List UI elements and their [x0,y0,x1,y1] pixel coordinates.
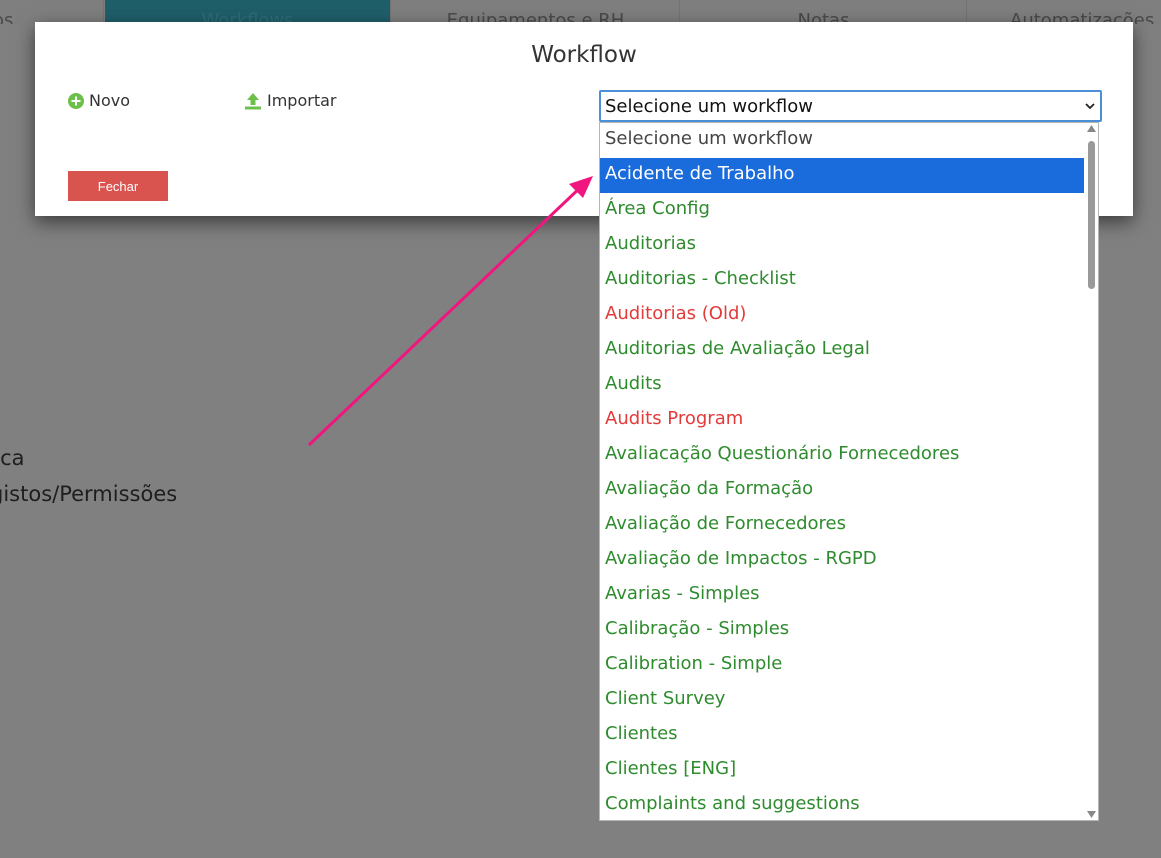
tab-automatizacoes[interactable]: Automatizações e [968,0,1161,24]
tab-label: os [0,10,14,24]
dropdown-option[interactable]: Avaliação de Fornecedores [600,508,1085,543]
tab-equipamentos-rh[interactable]: Equipamentos e RH [392,0,680,24]
chevron-down-icon [1085,103,1095,110]
upload-icon [245,92,261,109]
dropdown-option[interactable]: Complaints and suggestions [600,788,1085,820]
scroll-up-icon[interactable] [1087,125,1096,132]
scrollbar-thumb[interactable] [1088,141,1095,289]
importar-label: Importar [267,91,337,110]
dropdown-option[interactable]: Avaliacação Questionário Fornecedores [600,438,1085,473]
scroll-down-icon[interactable] [1087,811,1096,818]
dropdown-option[interactable]: Auditorias (Old) [600,298,1085,333]
dropdown-option[interactable]: Client Survey [600,683,1085,718]
background-menu-item: tica [0,446,25,470]
importar-button[interactable]: Importar [244,91,336,110]
workflow-select[interactable]: Selecione um workflow [599,90,1102,122]
tab-previous[interactable]: os [0,0,104,24]
dropdown-option[interactable]: Auditorias - Checklist [600,263,1085,298]
workflow-dropdown-list[interactable]: Selecione um workflow Acidente de Trabalh… [599,122,1099,821]
dropdown-option[interactable]: Avarias - Simples [600,578,1085,613]
plus-circle-icon [68,92,84,109]
select-value: Selecione um workflow [605,96,813,117]
tab-bar: os Workflows Equipamentos e RH Notas Aut… [0,0,1161,24]
dropdown-option[interactable]: Calibration - Simple [600,648,1085,683]
dropdown-option[interactable]: Área Config [600,193,1085,228]
dropdown-option[interactable]: Selecione um workflow [600,123,1085,158]
dropdown-option[interactable]: Avaliação de Impactos - RGPD [600,543,1085,578]
dropdown-option[interactable]: Avaliação da Formação [600,473,1085,508]
dropdown-option[interactable]: Clientes [ENG] [600,753,1085,788]
fechar-button[interactable]: Fechar [68,171,168,201]
dropdown-option[interactable]: Audits Program [600,403,1085,438]
background-menu-item: gistos/Permissões [0,482,178,506]
tab-notas[interactable]: Notas [681,0,967,24]
tab-workflows[interactable]: Workflows [105,0,391,24]
novo-label: Novo [89,91,131,110]
dropdown-scrollbar[interactable] [1084,123,1098,820]
dropdown-option[interactable]: Calibração - Simples [600,613,1085,648]
modal-title: Workflow [531,42,637,68]
novo-button[interactable]: Novo [68,91,130,110]
dropdown-option[interactable]: Audits [600,368,1085,403]
dropdown-option[interactable]: Acidente de Trabalho [600,158,1085,193]
dropdown-option[interactable]: Auditorias de Avaliação Legal [600,333,1085,368]
dropdown-option[interactable]: Auditorias [600,228,1085,263]
dropdown-option[interactable]: Clientes [600,718,1085,753]
